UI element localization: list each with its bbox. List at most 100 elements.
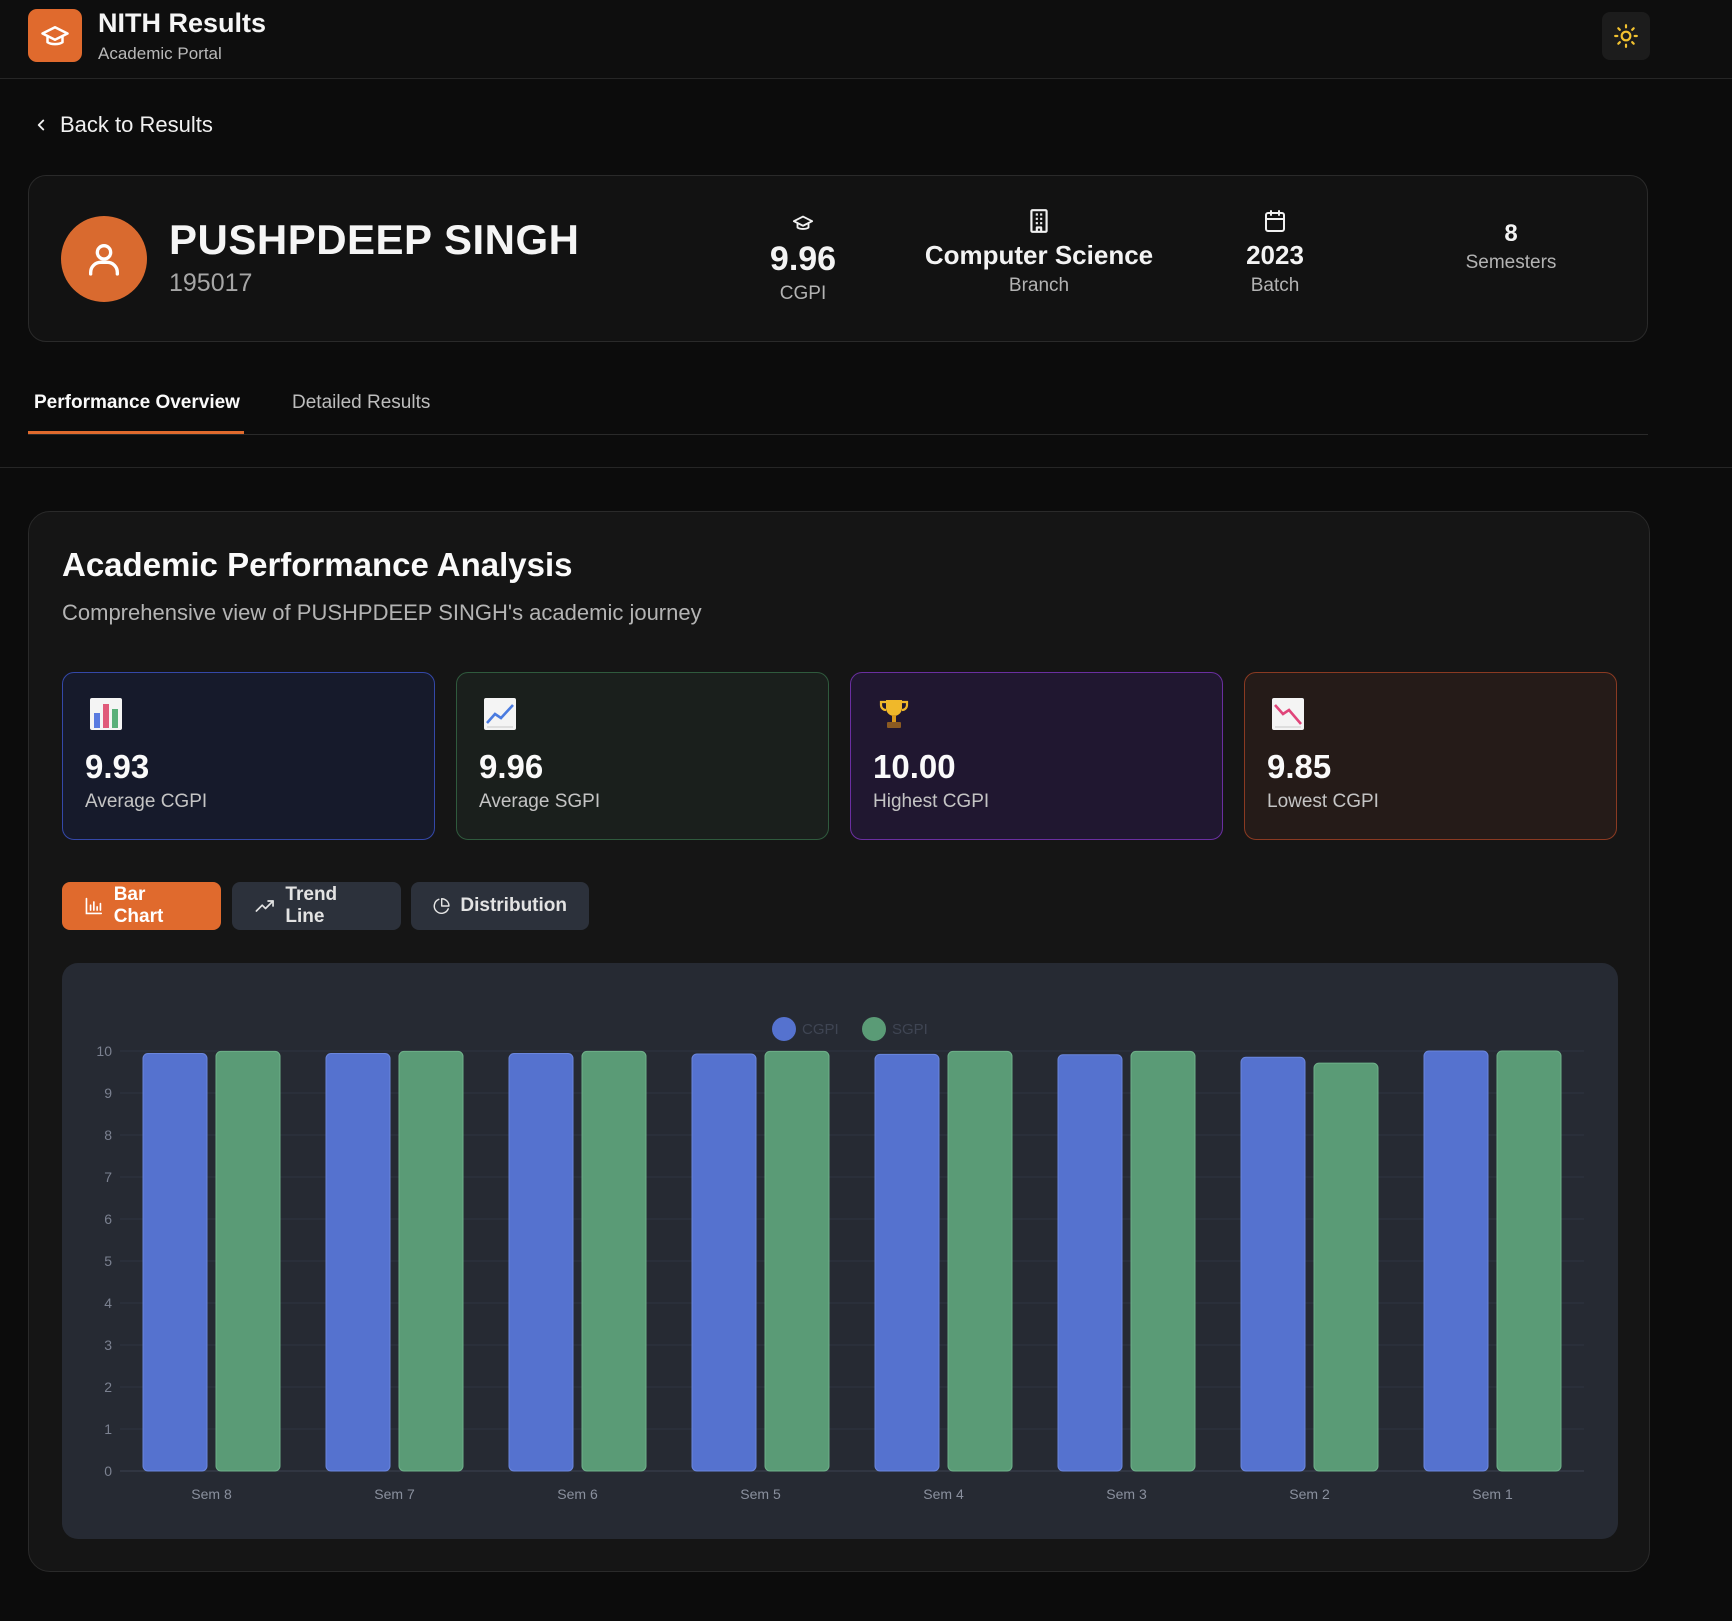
tab-bar: Performance Overview Detailed Results xyxy=(28,370,1648,435)
legend-label-cgpi: CGPI xyxy=(802,1021,839,1038)
metric-lowest-cgpi: 9.85 Lowest CGPI xyxy=(1244,672,1617,840)
student-profile-card: PUSHPDEEP SINGH 195017 9.96 CGPI Compute… xyxy=(28,175,1648,342)
stat-branch: Computer Science Branch xyxy=(919,206,1159,297)
metric-highest-cgpi: 10.00 Highest CGPI xyxy=(850,672,1223,840)
stat-batch: 2023 Batch xyxy=(1155,206,1395,297)
performance-analysis-panel: Academic Performance Analysis Comprehens… xyxy=(28,511,1650,1572)
bar-cgpi xyxy=(691,1053,757,1472)
bar-sgpi xyxy=(1313,1062,1379,1472)
stat-semesters: 8 Semesters xyxy=(1391,214,1631,274)
trophy-emoji-icon xyxy=(879,700,909,728)
metric-value: 9.96 xyxy=(479,748,544,785)
bar-cgpi xyxy=(1057,1054,1123,1472)
bar-cgpi xyxy=(508,1053,574,1472)
y-tick-label: 1 xyxy=(104,1421,112,1437)
y-tick-label: 0 xyxy=(104,1463,112,1479)
bar-cgpi xyxy=(142,1053,208,1472)
theme-toggle-button[interactable] xyxy=(1602,12,1650,60)
tab-performance-overview[interactable]: Performance Overview xyxy=(34,392,240,414)
panel-title: Academic Performance Analysis xyxy=(62,546,573,583)
back-label: Back to Results xyxy=(60,112,213,137)
metric-label: Average CGPI xyxy=(85,791,208,812)
trend-line-button[interactable]: Trend Line xyxy=(232,882,401,930)
app-header: NITH Results Academic Portal xyxy=(0,0,1732,79)
legend-swatch-sgpi xyxy=(862,1017,886,1041)
app-title: NITH Results xyxy=(98,8,267,38)
stat-value: 8 xyxy=(1504,220,1518,247)
metric-value: 10.00 xyxy=(873,748,956,785)
bar-sgpi xyxy=(1130,1050,1196,1472)
chevron-left-icon xyxy=(37,119,45,131)
bar-cgpi xyxy=(325,1053,391,1472)
building-icon xyxy=(1030,209,1048,233)
trend-line-icon xyxy=(255,900,274,912)
distribution-button[interactable]: Distribution xyxy=(411,882,589,930)
stat-label: Branch xyxy=(1008,275,1070,296)
bar-sgpi xyxy=(398,1050,464,1472)
stat-label: CGPI xyxy=(779,283,827,304)
x-tick-label: Sem 1 xyxy=(1472,1486,1513,1502)
calendar-icon xyxy=(1265,210,1285,232)
y-tick-label: 3 xyxy=(104,1337,112,1353)
metric-value: 9.93 xyxy=(85,748,150,785)
stat-cgpi: 9.96 CGPI xyxy=(683,206,923,305)
metric-label: Highest CGPI xyxy=(873,791,990,812)
bar-chart-svg: 0 1 2 3 4 5 6 7 8 9 10 Sem 8 Sem 7 Sem 6 Sem 5 Sem 4 Sem… xyxy=(96,1017,1584,1502)
y-tick-label: 5 xyxy=(104,1253,112,1269)
x-tick-label: Sem 7 xyxy=(374,1486,415,1502)
y-tick-label: 9 xyxy=(104,1085,112,1101)
legend-swatch-cgpi xyxy=(772,1017,796,1041)
x-tick-label: Sem 5 xyxy=(740,1486,781,1502)
bar-sgpi xyxy=(1496,1050,1562,1472)
graduation-cap-icon xyxy=(792,215,814,230)
metric-value: 9.85 xyxy=(1267,748,1332,785)
user-icon xyxy=(89,244,120,276)
stat-value: 9.96 xyxy=(769,240,837,278)
metric-label: Lowest CGPI xyxy=(1267,791,1379,812)
y-tick-label: 8 xyxy=(104,1127,112,1143)
x-tick-label: Sem 2 xyxy=(1289,1486,1330,1502)
app-subtitle: Academic Portal xyxy=(98,44,222,63)
y-tick-label: 2 xyxy=(104,1379,112,1395)
stat-value: Computer Science xyxy=(924,240,1154,270)
graduation-cap-icon xyxy=(28,9,82,62)
metric-average-cgpi: 9.93 Average CGPI xyxy=(62,672,435,840)
y-tick-label: 6 xyxy=(104,1211,112,1227)
student-name: PUSHPDEEP SINGH xyxy=(169,216,580,263)
button-label: Trend Line xyxy=(285,884,338,927)
x-tick-label: Sem 3 xyxy=(1106,1486,1147,1502)
button-label: Bar Chart xyxy=(113,884,164,927)
trend-down-emoji-icon xyxy=(1272,698,1304,730)
x-tick-label: Sem 6 xyxy=(557,1486,598,1502)
trend-up-emoji-icon xyxy=(484,698,516,730)
bar-chart: 0 1 2 3 4 5 6 7 8 9 10 Sem 8 Sem 7 Sem 6 Sem 5 Sem 4 Sem… xyxy=(62,963,1618,1539)
student-roll-number: 195017 xyxy=(169,269,253,297)
y-tick-label: 4 xyxy=(104,1295,112,1311)
bar-sgpi xyxy=(947,1050,1013,1472)
bar-chart-emoji-icon xyxy=(90,698,122,730)
button-label: Distribution xyxy=(460,895,567,916)
metric-label: Average SGPI xyxy=(479,791,601,812)
y-tick-label: 7 xyxy=(104,1169,112,1185)
bar-sgpi xyxy=(764,1050,830,1472)
metric-average-sgpi: 9.96 Average SGPI xyxy=(456,672,829,840)
panel-subtitle: Comprehensive view of PUSHPDEEP SINGH's … xyxy=(62,600,702,625)
x-tick-label: Sem 4 xyxy=(923,1486,964,1502)
bar-sgpi xyxy=(215,1050,281,1472)
bar-chart-button[interactable]: Bar Chart xyxy=(62,882,221,930)
legend-label-sgpi: SGPI xyxy=(892,1021,928,1038)
bar-sgpi xyxy=(581,1050,647,1472)
bar-cgpi xyxy=(1240,1056,1306,1472)
bar-cgpi xyxy=(1423,1050,1489,1472)
tab-detailed-results[interactable]: Detailed Results xyxy=(292,392,430,414)
pie-chart-icon xyxy=(433,898,450,915)
bar-chart-icon xyxy=(85,897,103,915)
sun-icon xyxy=(1614,24,1638,48)
stat-label: Batch xyxy=(1250,275,1300,296)
back-to-results-link[interactable]: Back to Results xyxy=(32,112,213,138)
stat-value: 2023 xyxy=(1246,240,1304,270)
bar-cgpi xyxy=(874,1053,940,1472)
x-tick-label: Sem 8 xyxy=(191,1486,232,1502)
active-tab-indicator xyxy=(28,431,244,434)
y-tick-label: 10 xyxy=(96,1043,112,1059)
